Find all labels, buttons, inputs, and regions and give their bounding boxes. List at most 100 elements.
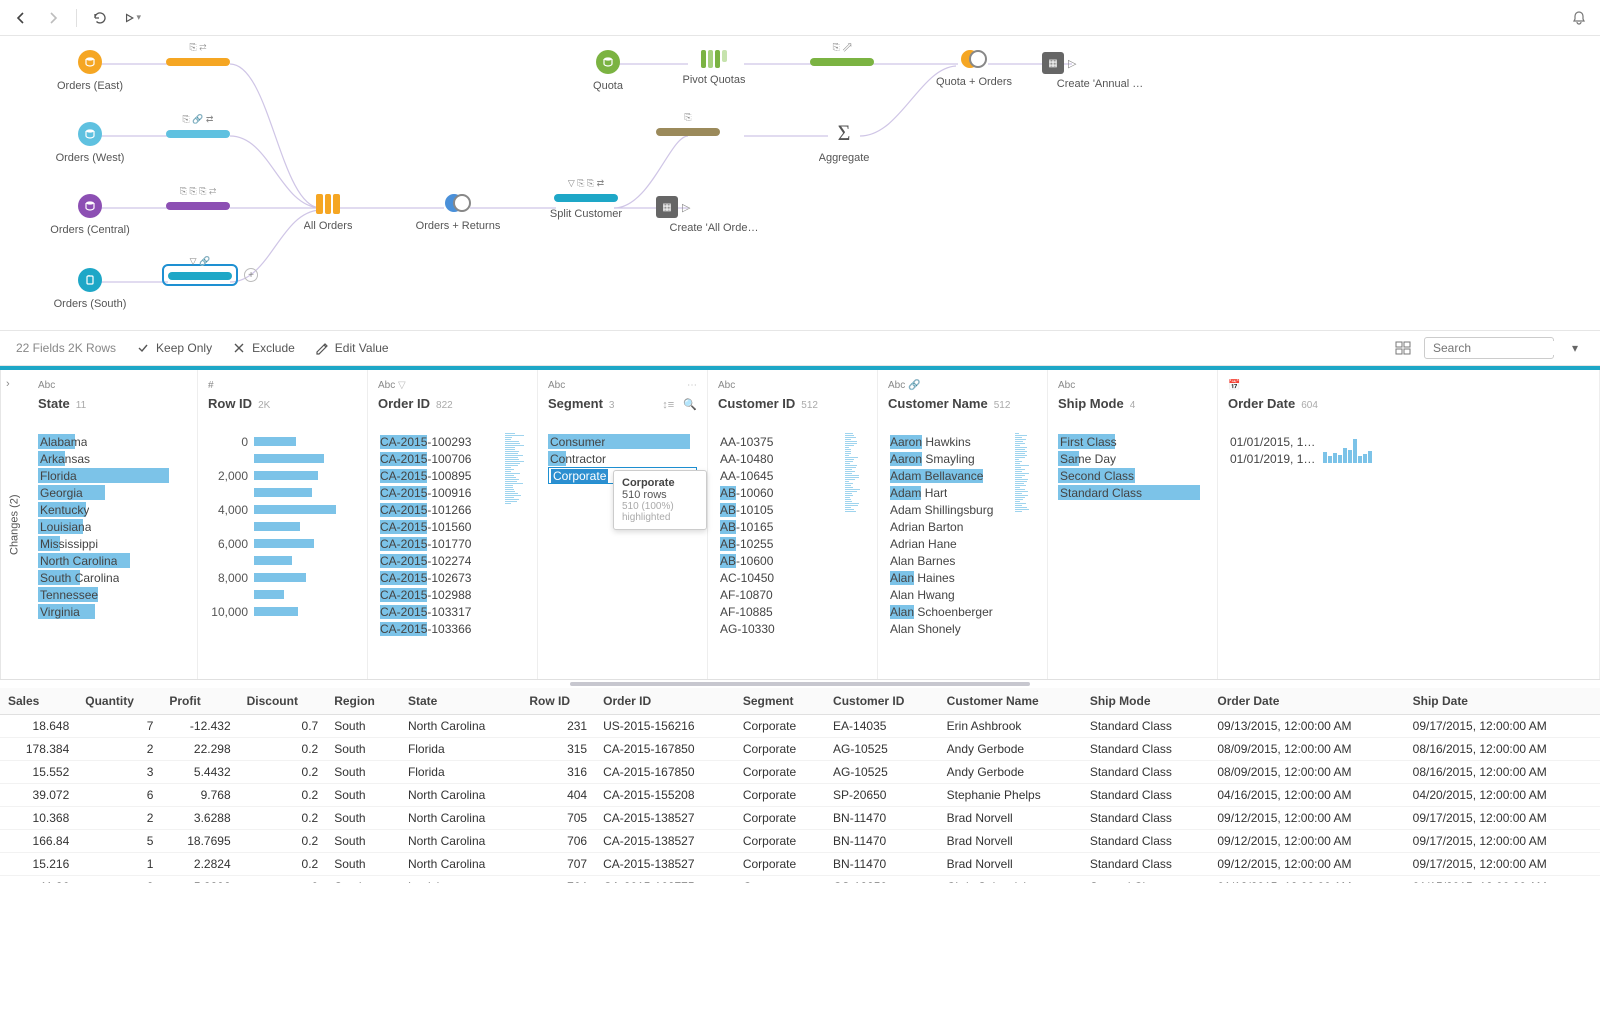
changes-tab[interactable]: Changes (2) bbox=[0, 370, 28, 679]
histogram-bin[interactable] bbox=[208, 450, 357, 467]
value-row[interactable]: Florida bbox=[38, 467, 187, 484]
column-header[interactable]: Discount bbox=[239, 688, 327, 715]
value-row[interactable]: Contractor bbox=[548, 450, 697, 467]
value-row[interactable]: Adam Hart bbox=[888, 484, 1015, 501]
table-row[interactable]: 18.6487-12.4320.7SouthNorth Carolina231U… bbox=[0, 715, 1600, 738]
step-clean-west[interactable]: ⎘ 🔗 ⇄ bbox=[166, 130, 230, 138]
forward-icon[interactable] bbox=[44, 9, 62, 27]
value-row[interactable]: Aaron Hawkins bbox=[888, 433, 1015, 450]
step-aggregate[interactable]: Σ Aggregate bbox=[784, 120, 904, 164]
value-row[interactable]: Adam Bellavance bbox=[888, 467, 1015, 484]
value-row[interactable]: North Carolina bbox=[38, 552, 187, 569]
profile-search[interactable] bbox=[1424, 337, 1554, 359]
value-row[interactable]: 01/01/2015, 1… bbox=[1228, 433, 1315, 450]
exclude-button[interactable]: Exclude bbox=[232, 341, 295, 355]
datasource-quota[interactable]: Quota bbox=[548, 50, 668, 92]
value-row[interactable]: CA-2015-103317 bbox=[378, 603, 505, 620]
value-row[interactable]: AF-10870 bbox=[718, 586, 845, 603]
value-row[interactable]: AF-10885 bbox=[718, 603, 845, 620]
value-row[interactable]: AG-10330 bbox=[718, 620, 845, 637]
search-input[interactable] bbox=[1433, 341, 1588, 355]
value-row[interactable]: AB-10105 bbox=[718, 501, 845, 518]
pane-custname[interactable]: Abc 🔗 Customer Name512 Aaron HawkinsAaro… bbox=[878, 370, 1048, 679]
value-row[interactable]: AA-10645 bbox=[718, 467, 845, 484]
value-row[interactable]: First Class bbox=[1058, 433, 1207, 450]
step-output-all-orders[interactable]: ▦▷ bbox=[656, 196, 690, 218]
step-clean-south-selected[interactable]: ▽ 🔗 + bbox=[162, 264, 238, 286]
step-clean-east[interactable]: ⎘ ⇄ bbox=[166, 58, 230, 66]
table-row[interactable]: 166.84518.76950.2SouthNorth Carolina706C… bbox=[0, 830, 1600, 853]
add-step-icon[interactable]: + bbox=[244, 268, 258, 282]
histogram-bin[interactable]: 8,000 bbox=[208, 569, 357, 586]
table-row[interactable]: 15.21612.28240.2SouthNorth Carolina707CA… bbox=[0, 853, 1600, 876]
step-split-customer[interactable]: ▽ ⎘ ⎘ ⇄ Split Customer bbox=[526, 194, 646, 220]
value-row[interactable]: Standard Class bbox=[1058, 484, 1207, 501]
column-header[interactable]: Customer Name bbox=[939, 688, 1082, 715]
refresh-icon[interactable] bbox=[91, 9, 109, 27]
value-row[interactable]: Same Day bbox=[1058, 450, 1207, 467]
value-row[interactable]: Mississippi bbox=[38, 535, 187, 552]
value-row[interactable]: Aaron Smayling bbox=[888, 450, 1015, 467]
datasource-orders-east[interactable]: Orders (East) bbox=[30, 50, 150, 92]
view-toggle-icon[interactable] bbox=[1394, 339, 1412, 357]
table-row[interactable]: 39.07269.7680.2SouthNorth Carolina404CA-… bbox=[0, 784, 1600, 807]
value-row[interactable]: Alan Hwang bbox=[888, 586, 1015, 603]
column-header[interactable]: Sales bbox=[0, 688, 77, 715]
histogram-bin[interactable]: 4,000 bbox=[208, 501, 357, 518]
column-header[interactable]: Order ID bbox=[595, 688, 735, 715]
histogram-bin[interactable]: 10,000 bbox=[208, 603, 357, 620]
pane-state[interactable]: Abc State11 AlabamaArkansasFloridaGeorgi… bbox=[28, 370, 198, 679]
step-pivot-quotas[interactable]: Pivot Quotas bbox=[654, 50, 774, 86]
column-header[interactable]: Ship Mode bbox=[1082, 688, 1210, 715]
value-row[interactable]: CA-2015-101770 bbox=[378, 535, 505, 552]
value-row[interactable]: Kentucky bbox=[38, 501, 187, 518]
value-row[interactable]: AB-10060 bbox=[718, 484, 845, 501]
value-row[interactable]: South Carolina bbox=[38, 569, 187, 586]
run-flow-icon[interactable]: ▾ bbox=[123, 9, 141, 27]
value-row[interactable]: Alan Shonely bbox=[888, 620, 1015, 637]
value-row[interactable]: AB-10165 bbox=[718, 518, 845, 535]
histogram-bin[interactable] bbox=[208, 586, 357, 603]
column-header[interactable]: Ship Date bbox=[1405, 688, 1600, 715]
collapse-icon[interactable]: ▾ bbox=[1566, 339, 1584, 357]
table-row[interactable]: 11.3625.33920SouthLouisiana764CA-2015-16… bbox=[0, 876, 1600, 884]
value-row[interactable]: Consumer bbox=[548, 433, 697, 450]
datasource-orders-west[interactable]: Orders (West) bbox=[30, 122, 150, 164]
value-row[interactable]: Georgia bbox=[38, 484, 187, 501]
value-row[interactable]: 01/01/2019, 1… bbox=[1228, 450, 1315, 467]
pane-rowid[interactable]: # Row ID2K 02,0004,0006,0008,00010,000 bbox=[198, 370, 368, 679]
value-row[interactable]: Adam Shillingsburg bbox=[888, 501, 1015, 518]
back-icon[interactable] bbox=[12, 9, 30, 27]
value-row[interactable]: Alan Schoenberger bbox=[888, 603, 1015, 620]
column-header[interactable]: Profit bbox=[161, 688, 238, 715]
pane-orderdate[interactable]: 📅 Order Date604 01/01/2015, 1…01/01/2019… bbox=[1218, 370, 1600, 679]
value-row[interactable]: Adrian Barton bbox=[888, 518, 1015, 535]
value-row[interactable]: AC-10450 bbox=[718, 569, 845, 586]
histogram-bin[interactable]: 2,000 bbox=[208, 467, 357, 484]
value-row[interactable]: AA-10375 bbox=[718, 433, 845, 450]
column-header[interactable]: State bbox=[400, 688, 521, 715]
datasource-orders-south[interactable]: Orders (South) bbox=[30, 268, 150, 310]
keep-only-button[interactable]: Keep Only bbox=[136, 341, 212, 355]
data-grid[interactable]: SalesQuantityProfitDiscountRegionStateRo… bbox=[0, 688, 1600, 883]
step-clean-presplit[interactable]: ⎘ bbox=[656, 128, 720, 136]
value-row[interactable]: CA-2015-102673 bbox=[378, 569, 505, 586]
column-header[interactable]: Region bbox=[326, 688, 400, 715]
flow-canvas[interactable]: Orders (East) Orders (West) Orders (Cent… bbox=[0, 36, 1600, 330]
datasource-orders-central[interactable]: Orders (Central) bbox=[30, 194, 150, 236]
histogram-bin[interactable] bbox=[208, 484, 357, 501]
value-row[interactable]: Arkansas bbox=[38, 450, 187, 467]
column-header[interactable]: Quantity bbox=[77, 688, 161, 715]
notifications-icon[interactable] bbox=[1570, 9, 1588, 27]
pane-segment[interactable]: Abc ⋯ Segment3 ↕≡ 🔍 ConsumerContractorCo… bbox=[538, 370, 708, 679]
value-row[interactable]: AA-10480 bbox=[718, 450, 845, 467]
histogram-bin[interactable] bbox=[208, 552, 357, 569]
value-row[interactable]: Louisiana bbox=[38, 518, 187, 535]
value-row[interactable]: AB-10600 bbox=[718, 552, 845, 569]
pane-custid[interactable]: Abc Customer ID512 AA-10375AA-10480AA-10… bbox=[708, 370, 878, 679]
value-row[interactable]: Alan Haines bbox=[888, 569, 1015, 586]
grid-scrollbar[interactable] bbox=[0, 680, 1600, 688]
table-row[interactable]: 178.384222.2980.2SouthFlorida315CA-2015-… bbox=[0, 738, 1600, 761]
value-row[interactable]: CA-2015-103366 bbox=[378, 620, 505, 637]
pane-shipmode[interactable]: Abc Ship Mode4 First ClassSame DaySecond… bbox=[1048, 370, 1218, 679]
